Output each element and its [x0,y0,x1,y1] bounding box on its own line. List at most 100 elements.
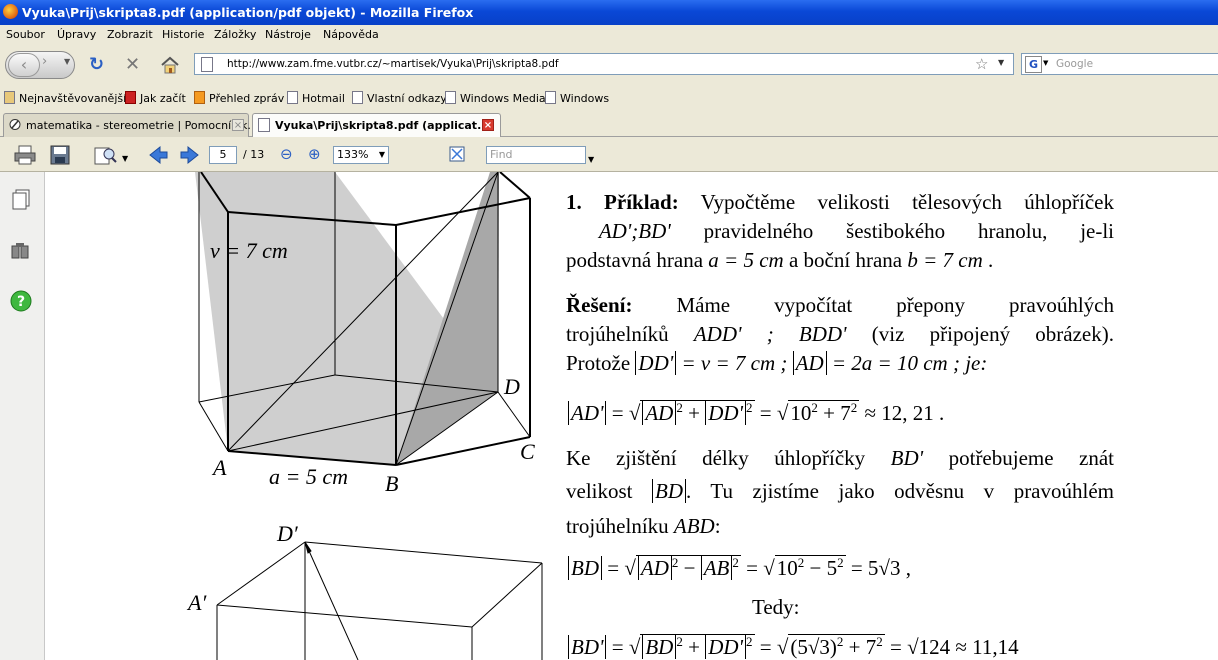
label-a: a = 5 cm [269,464,348,489]
save-icon[interactable] [50,145,70,165]
bookmark-label: Hotmail [302,92,345,105]
formula-1-num-1: 10 [790,401,812,425]
find-input[interactable]: Find [486,146,586,164]
zoom-out-icon[interactable]: ⊖ [280,145,293,163]
help-icon[interactable]: ? [10,290,32,312]
paragraph-line-2: velikost BD. Tu zjistíme jako odvěsnu v … [566,477,1114,506]
search-engine-dropdown-icon[interactable]: ▼ [1043,59,1048,67]
math-b: b = 7 cm [907,248,983,272]
rss-icon [194,91,205,104]
paragraph-text-3b: : [714,514,721,538]
zoom-in-icon[interactable]: ⊕ [308,145,321,163]
formula-3-term-1: BD [642,635,677,659]
url-dropdown-icon[interactable]: ▼ [998,58,1004,67]
math-DD-value: = v = 7 cm ; [681,351,788,375]
page-count: / 13 [243,148,265,161]
forward-button[interactable]: › [42,54,47,69]
home-icon[interactable] [160,56,180,74]
menu-historie[interactable]: Historie [162,28,204,41]
formula-2-num-2: 5 [826,556,838,580]
solution-text-2b: (viz připojený obrázek). [871,322,1114,346]
bookmark-jak-zacit[interactable]: Jak začít [125,91,186,105]
example-text-3a: podstavná hrana [566,248,704,272]
bookmark-vlastni-odkazy[interactable]: Vlastní odkazy [352,91,447,105]
formula-3-num-2: 7 [865,635,877,659]
menu-napoveda[interactable]: Nápověda [323,28,379,41]
search-bar[interactable]: G ▼ Google [1021,53,1218,75]
pdf-document-view: v = 7 cm a = 5 cm A B C D D′ A′ 1. Příkl… [45,172,1218,660]
chevron-down-icon: ▼ [378,150,385,159]
url-text[interactable]: http://www.zam.fme.vutbr.cz/~martisek/Vy… [227,58,559,70]
menu-zalozky[interactable]: Záložky [214,28,256,41]
tab-skripta8[interactable]: Vyuka\Prij\skripta8.pdf (applicat... × [252,113,501,137]
previous-page-icon[interactable] [148,145,168,165]
tab-label: matematika - stereometrie | Pomocník k..… [26,119,258,132]
solution-text-3a: Protože [566,351,631,375]
bookmark-nejnavstevovanejsi[interactable]: Nejnavštěvovanější [4,91,126,105]
bookmark-label: Jak začít [140,92,186,105]
math-BD-prime: BD' [890,446,924,470]
label-A-prime: A′ [186,590,207,615]
stop-icon[interactable]: ✕ [125,55,140,75]
next-page-icon[interactable] [180,145,200,165]
formula-BD: BD = √ AD 2 − AB 2 = √102 − 52 = 5√3 , [568,555,911,581]
example-line-2: AD';BD' pravidelného šestibokého hranolu… [566,217,1114,246]
bookmark-hotmail[interactable]: Hotmail [287,91,345,105]
menu-soubor[interactable]: Soubor [6,28,45,41]
menu-zobrazit[interactable]: Zobrazit [107,28,153,41]
reload-icon[interactable]: ↻ [89,55,104,75]
formula-3-result: ≈ 11,14 [955,635,1019,659]
formula-3-term-2: DD' [705,635,747,659]
bookmark-prehled-zprav[interactable]: Přehled zpráv [194,91,284,105]
label-C: C [520,439,535,464]
formula-3-sqrt124: = √124 [890,635,951,659]
page-icon [258,118,270,132]
formula-1-term-2: DD' [705,401,747,425]
back-button[interactable]: ‹ [8,53,40,77]
example-text-1: Vypočtěme velikosti tělesových úhlopříče… [700,190,1114,214]
label-D-prime: D′ [276,521,299,546]
bookmark-windows[interactable]: Windows [545,91,609,105]
formula-AD-prime: AD' = √ AD 2 + DD' 2 = √102 + 72 ≈ 12, 21 . [568,400,944,426]
address-bar[interactable]: http://www.zam.fme.vutbr.cz/~martisek/Vy… [194,53,1014,75]
bookmark-star-icon[interactable]: ☆ [975,55,988,73]
bookmarks-bar: Nejnavštěvovanější Jak začít Přehled zpr… [0,85,1218,109]
pages-icon[interactable] [10,188,32,210]
zoom-select[interactable]: 133% ▼ [333,146,389,164]
page-icon [352,91,363,104]
search-placeholder[interactable]: Google [1056,58,1093,70]
prism-figure-1 [195,172,531,466]
math-abs-BD: BD [652,479,687,503]
properties-dropdown-icon[interactable]: ▼ [122,150,128,168]
attachments-icon[interactable] [10,240,32,262]
bookmark-windows-media[interactable]: Windows Media [445,91,546,105]
google-icon[interactable]: G [1025,56,1042,73]
bookmark-label: Windows [560,92,610,105]
page-number-input[interactable]: 5 [209,146,237,164]
find-dropdown-icon[interactable]: ▼ [588,151,594,169]
menu-upravy[interactable]: Úpravy [57,28,96,41]
solution-line-1: Řešení: Máme vypočítat přepony pravoúhlý… [566,291,1114,320]
page-icon [287,91,298,104]
close-tab-icon[interactable]: × [482,119,494,131]
solution-text-1: Máme vypočítat přepony pravoúhlých [676,293,1115,317]
document-properties-icon[interactable] [94,145,118,165]
fit-page-icon[interactable] [447,144,467,164]
bookmark-label: Přehled zpráv [209,92,285,105]
page-icon [545,91,556,104]
menu-nastroje[interactable]: Nástroje [265,28,311,41]
history-dropdown-icon[interactable]: ▼ [64,57,70,66]
pdf-sidebar: ? [0,172,45,660]
close-tab-icon[interactable]: × [232,119,244,131]
prism-figure-2 [216,541,543,660]
example-heading: 1. Příklad: [566,190,679,214]
formula-2-num-1: 10 [776,556,798,580]
formula-1-term-1: AD [642,401,677,425]
print-icon[interactable] [14,145,36,165]
tab-matematika[interactable]: matematika - stereometrie | Pomocník k..… [3,113,258,137]
example-line-3: podstavná hrana a = 5 cm a boční hrana b… [566,246,1114,275]
title-bar: Vyuka\Prij\skripta8.pdf (application/pdf… [0,0,1218,25]
example-text-2: pravidelného šestibokého hranolu, je-li [703,219,1115,243]
page-icon [445,91,456,104]
svg-text:?: ? [17,294,25,310]
